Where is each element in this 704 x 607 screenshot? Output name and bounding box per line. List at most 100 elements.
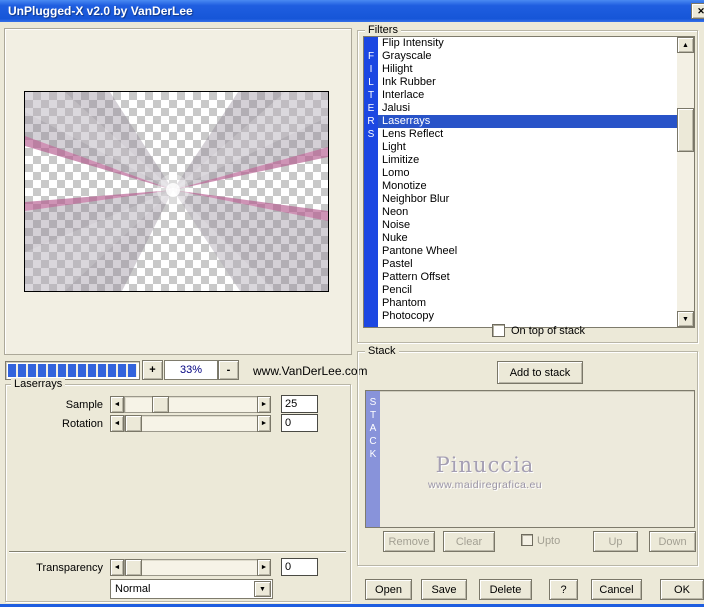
list-item[interactable]: Hilight xyxy=(378,63,677,76)
list-item[interactable]: Ink Rubber xyxy=(378,76,677,89)
rotation-value-field[interactable]: 0 xyxy=(281,414,318,432)
stack-vertical-banner: STACK xyxy=(366,391,380,527)
sample-slider-right-arrow[interactable]: ► xyxy=(257,396,271,413)
open-button[interactable]: Open xyxy=(365,579,412,600)
delete-button[interactable]: Delete xyxy=(479,579,532,600)
stack-list-panel[interactable]: STACK Pinuccia www.maidiregrafica.eu xyxy=(365,390,695,528)
watermark-title: Pinuccia xyxy=(435,453,535,477)
help-button[interactable]: ? xyxy=(549,579,578,600)
rotation-slider-right-arrow[interactable]: ► xyxy=(257,415,271,432)
zoom-in-button[interactable]: + xyxy=(142,360,163,380)
filters-vertical-banner: FILTERS xyxy=(364,37,378,327)
scroll-down-button[interactable]: ▼ xyxy=(677,311,694,327)
rotation-slider-left-arrow[interactable]: ◄ xyxy=(110,415,124,432)
list-item[interactable]: Nuke xyxy=(378,232,677,245)
scroll-up-button[interactable]: ▲ xyxy=(677,37,694,53)
stack-content-area: Pinuccia www.maidiregrafica.eu xyxy=(380,391,694,527)
sample-slider-left-arrow[interactable]: ◄ xyxy=(110,396,124,413)
list-item[interactable]: Jalusi xyxy=(378,102,677,115)
list-item[interactable]: Neon xyxy=(378,206,677,219)
remove-button[interactable]: Remove xyxy=(383,531,435,552)
list-item[interactable]: Photocopy xyxy=(378,310,677,323)
filters-list: Flip Intensity Grayscale Hilight Ink Rubber… xyxy=(378,37,677,327)
clear-label: Clear xyxy=(455,535,483,548)
zoom-out-button[interactable]: - xyxy=(218,360,239,380)
transparency-slider-thumb[interactable] xyxy=(125,559,142,576)
list-item[interactable]: Lens Reflect xyxy=(378,128,677,141)
close-button[interactable]: ✕ xyxy=(691,3,704,19)
sample-value-field[interactable]: 25 xyxy=(281,395,318,413)
right-arrow-icon: ► xyxy=(260,420,268,427)
sample-slider-track[interactable] xyxy=(124,396,258,413)
list-item[interactable]: Flip Intensity xyxy=(378,37,677,50)
chevron-down-icon: ▼ xyxy=(259,585,266,593)
right-arrow-icon: ► xyxy=(260,401,268,408)
zoom-level-value: 33% xyxy=(179,364,203,376)
list-item[interactable]: Monotize xyxy=(378,180,677,193)
list-item[interactable]: Laserrays xyxy=(378,115,677,128)
scroll-down-icon: ▼ xyxy=(682,315,689,323)
scrollbar-thumb[interactable] xyxy=(677,108,694,152)
transparency-slider-track[interactable] xyxy=(124,559,258,576)
list-item[interactable]: Limitize xyxy=(378,154,677,167)
delete-label: Delete xyxy=(489,583,522,596)
on-top-of-stack-label: On top of stack xyxy=(511,325,585,337)
up-button[interactable]: Up xyxy=(593,531,638,552)
scroll-up-icon: ▲ xyxy=(682,41,689,49)
rotation-label: Rotation xyxy=(62,418,103,430)
stack-group-label: Stack xyxy=(365,345,399,358)
title-bar[interactable]: UnPlugged-X v2.0 by VanDerLee xyxy=(0,0,704,22)
open-label: Open xyxy=(375,583,402,596)
add-to-stack-button[interactable]: Add to stack xyxy=(497,361,583,384)
upto-checkbox[interactable] xyxy=(521,534,533,546)
list-item[interactable]: Pastel xyxy=(378,258,677,271)
laserrays-preview-image[interactable] xyxy=(24,91,329,292)
ok-button[interactable]: OK xyxy=(660,579,704,600)
cancel-button[interactable]: Cancel xyxy=(591,579,642,600)
transparency-slider-left-arrow[interactable]: ◄ xyxy=(110,559,124,576)
upto-label: Upto xyxy=(537,535,561,547)
rotation-slider-thumb[interactable] xyxy=(125,415,142,432)
on-top-of-stack-checkbox[interactable] xyxy=(492,324,505,337)
list-item[interactable]: Neighbor Blur xyxy=(378,193,677,206)
right-arrow-icon: ► xyxy=(260,564,268,571)
list-item[interactable]: Pencil xyxy=(378,284,677,297)
save-label: Save xyxy=(431,583,457,596)
clear-button[interactable]: Clear xyxy=(443,531,495,552)
zoom-in-label: + xyxy=(149,364,156,376)
zoom-out-label: - xyxy=(226,364,231,376)
down-label: Down xyxy=(658,535,687,548)
list-item[interactable]: Light xyxy=(378,141,677,154)
watermark-url: www.maidiregrafica.eu xyxy=(427,479,543,491)
group-separator xyxy=(9,551,346,553)
list-item[interactable]: Phantom xyxy=(378,297,677,310)
zoom-progress-fill xyxy=(8,364,137,377)
list-item[interactable]: Pantone Wheel xyxy=(378,245,677,258)
laserrays-group-label: Laserrays xyxy=(11,378,66,391)
left-arrow-icon: ◄ xyxy=(113,564,121,571)
vendor-website-text: www.VanDerLee.com xyxy=(253,364,368,378)
zoom-level-display: 33% xyxy=(164,360,218,380)
ok-label: OK xyxy=(674,583,690,596)
transparency-value-field[interactable]: 0 xyxy=(281,558,318,576)
left-arrow-icon: ◄ xyxy=(113,401,121,408)
list-item[interactable]: Pattern Offset xyxy=(378,271,677,284)
sample-label: Sample xyxy=(65,399,103,411)
rotation-slider-track[interactable] xyxy=(124,415,258,432)
sample-slider-thumb[interactable] xyxy=(152,396,169,413)
blend-mode-dropdown[interactable]: Normal ▼ xyxy=(110,579,273,599)
down-button[interactable]: Down xyxy=(649,531,696,552)
filters-scrollbar[interactable]: ▲ ▼ xyxy=(677,37,694,327)
list-item[interactable]: Interlace xyxy=(378,89,677,102)
cancel-label: Cancel xyxy=(599,583,634,596)
dropdown-button[interactable]: ▼ xyxy=(254,581,271,597)
list-item[interactable]: Grayscale xyxy=(378,50,677,63)
transparency-slider-right-arrow[interactable]: ► xyxy=(257,559,271,576)
list-item[interactable]: Noise xyxy=(378,219,677,232)
blend-mode-value: Normal xyxy=(115,583,151,595)
window-title: UnPlugged-X v2.0 by VanDerLee xyxy=(8,4,193,18)
help-icon: ? xyxy=(560,583,567,596)
save-button[interactable]: Save xyxy=(421,579,467,600)
add-to-stack-label: Add to stack xyxy=(509,366,571,379)
list-item[interactable]: Lomo xyxy=(378,167,677,180)
